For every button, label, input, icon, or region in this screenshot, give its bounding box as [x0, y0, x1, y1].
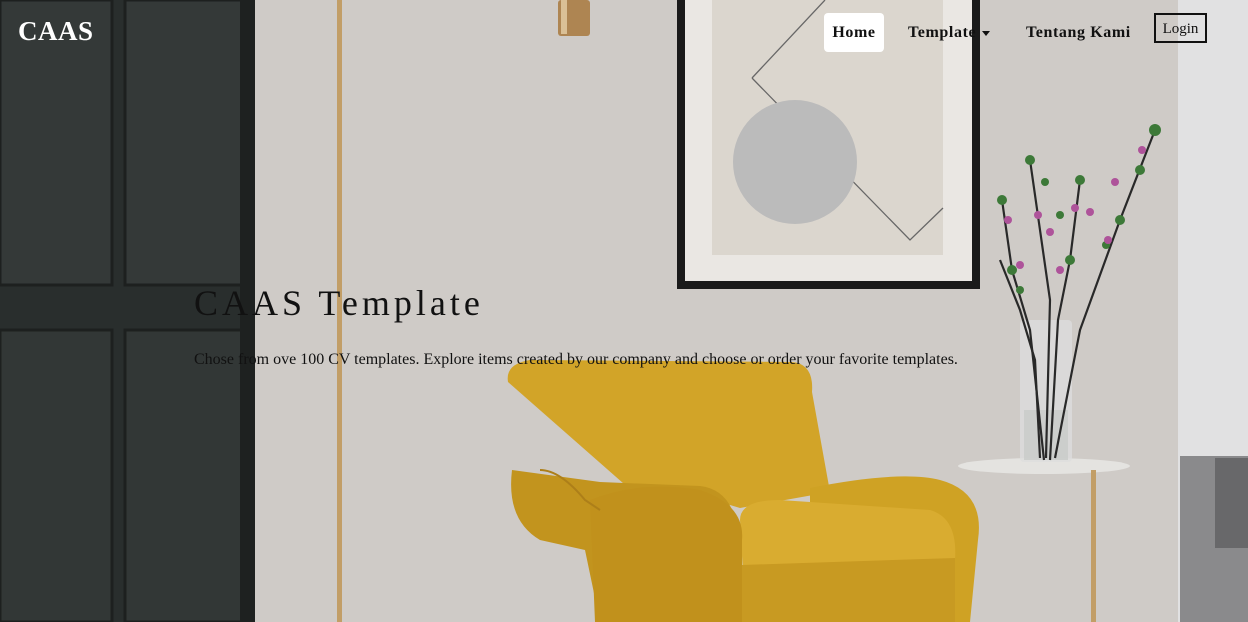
hero-subtitle: Chose from ove 100 CV templates. Explore… — [194, 351, 958, 368]
nav-template-dropdown[interactable]: Template — [899, 13, 999, 52]
caret-down-icon — [982, 30, 991, 36]
login-button[interactable]: Login — [1154, 13, 1207, 43]
brand-logo[interactable]: CAAS — [18, 16, 94, 47]
hero-background-image — [0, 0, 1248, 622]
hero-background — [0, 0, 1248, 622]
navbar: CAAS Home Template Tentang Kami Login — [0, 0, 1248, 66]
nav-template-label: Template — [908, 24, 977, 41]
nav-home-link[interactable]: Home — [824, 13, 884, 52]
hero-title: CAAS Template — [194, 283, 484, 323]
nav-about-link[interactable]: Tentang Kami — [1017, 13, 1140, 52]
